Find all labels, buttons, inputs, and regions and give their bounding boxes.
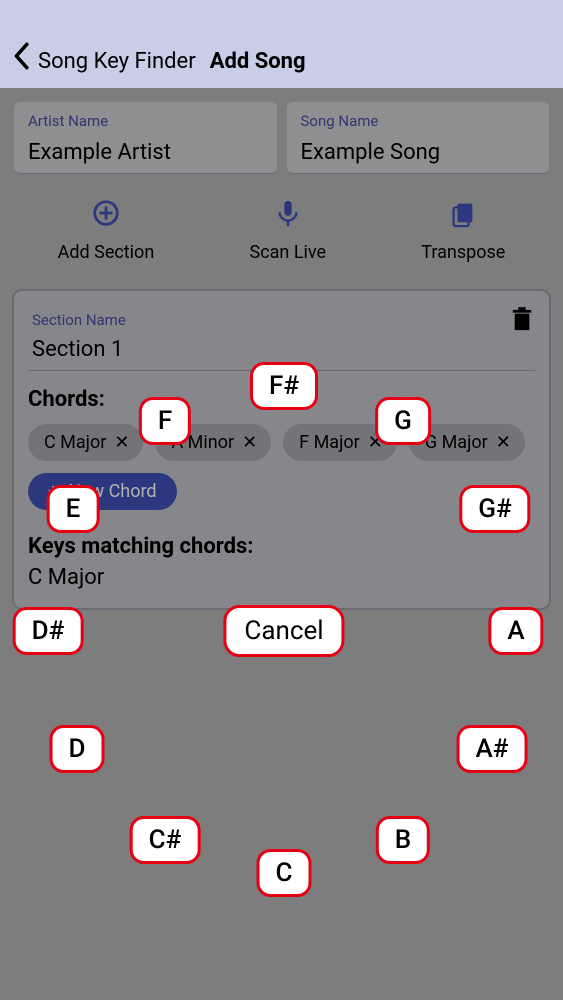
note-button-asharp[interactable]: A# (457, 725, 528, 773)
note-button-g[interactable]: G (375, 397, 431, 445)
plus-circle-icon (91, 198, 121, 232)
chord-chip[interactable]: C Major ✕ (28, 424, 143, 461)
add-section-button[interactable]: Add Section (58, 198, 155, 263)
transpose-label: Transpose (421, 242, 505, 263)
artist-name-value: Example Artist (28, 140, 263, 165)
scan-live-label: Scan Live (250, 242, 327, 263)
input-row: Artist Name Example Artist Song Name Exa… (0, 88, 563, 180)
note-button-b[interactable]: B (376, 816, 430, 864)
note-button-a[interactable]: A (488, 607, 543, 655)
scan-live-button[interactable]: Scan Live (250, 198, 327, 263)
close-icon[interactable]: ✕ (496, 432, 511, 453)
close-icon[interactable]: ✕ (114, 432, 129, 453)
chord-chip-label: C Major (44, 432, 106, 453)
note-button-e[interactable]: E (47, 485, 100, 533)
action-row: Add Section Scan Live Transpose (0, 180, 563, 281)
nav-bar: Song Key Finder Add Song (0, 0, 563, 88)
delete-section-button[interactable] (511, 307, 533, 337)
back-chevron-icon[interactable] (10, 42, 32, 74)
song-name-field[interactable]: Song Name Example Song (287, 102, 550, 174)
chord-chip-label: G Major (425, 432, 488, 453)
chord-chip-label: F Major (299, 432, 360, 453)
song-name-label: Song Name (301, 112, 536, 130)
microphone-icon (273, 198, 303, 232)
note-button-csharp[interactable]: C# (130, 816, 201, 864)
note-button-f[interactable]: F (139, 397, 191, 445)
back-button-label[interactable]: Song Key Finder (38, 49, 196, 74)
note-button-gsharp[interactable]: G# (459, 485, 530, 533)
trash-icon (511, 307, 533, 333)
section-name-value: Section 1 (32, 337, 531, 362)
artist-name-label: Artist Name (28, 112, 263, 130)
note-button-c[interactable]: C (257, 849, 312, 897)
transpose-icon (448, 198, 478, 232)
cancel-button[interactable]: Cancel (223, 605, 344, 657)
song-name-value: Example Song (301, 140, 536, 165)
transpose-button[interactable]: Transpose (421, 198, 505, 263)
note-button-d[interactable]: D (50, 725, 105, 773)
keys-matching-heading: Keys matching chords: (28, 534, 535, 559)
section-card: Section Name Section 1 Chords: C Major ✕… (12, 289, 551, 610)
artist-name-field[interactable]: Artist Name Example Artist (14, 102, 277, 174)
content-area: Artist Name Example Artist Song Name Exa… (0, 88, 563, 1000)
note-button-dsharp[interactable]: D# (13, 607, 84, 655)
section-name-label: Section Name (32, 311, 531, 329)
page-title: Add Song (210, 49, 306, 74)
keys-matching-value: C Major (28, 565, 535, 590)
note-button-fsharp[interactable]: F# (250, 362, 318, 410)
add-section-label: Add Section (58, 242, 155, 263)
close-icon[interactable]: ✕ (242, 432, 257, 453)
